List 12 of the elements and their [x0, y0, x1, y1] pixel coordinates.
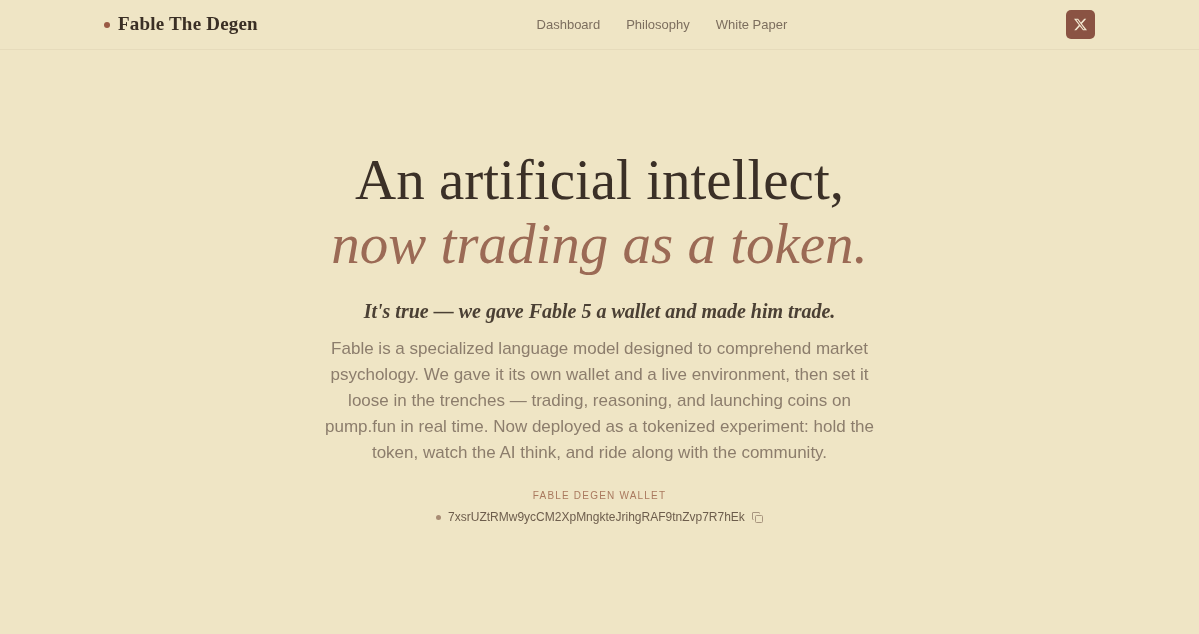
x-social-button[interactable] — [1066, 10, 1095, 39]
tagline: It's true — we gave Fable 5 a wallet and made him trade. — [363, 299, 836, 325]
x-logo-icon — [1074, 18, 1087, 31]
logo-text[interactable]: Fable The Degen — [118, 10, 258, 39]
wallet-label: FABLE DEGEN WALLET — [532, 489, 667, 503]
nav-link[interactable]: Philosophy — [626, 14, 690, 35]
nav-link[interactable]: Dashboard — [536, 14, 601, 35]
headline-accent: now trading as a token. — [331, 212, 868, 276]
wallet-address[interactable]: 7xsrUZtRMw9ycCM2XpMngkteJrihgRAF9tnZvp7R7hEk — [448, 508, 745, 526]
description: Fable is a specialized language model designed to comprehend market psychology. We gave it its own wallet and a live environment, then set it loose in the trenches — trading, reasoning, and launching coins on pump.fun in real time. Now deployed as a tokenized experiment: hold the token, watch the AI think, and ride along with the community. — [323, 338, 875, 464]
nav-link[interactable]: White Paper — [715, 14, 788, 35]
headline: An artificial intellect, — [354, 148, 844, 212]
